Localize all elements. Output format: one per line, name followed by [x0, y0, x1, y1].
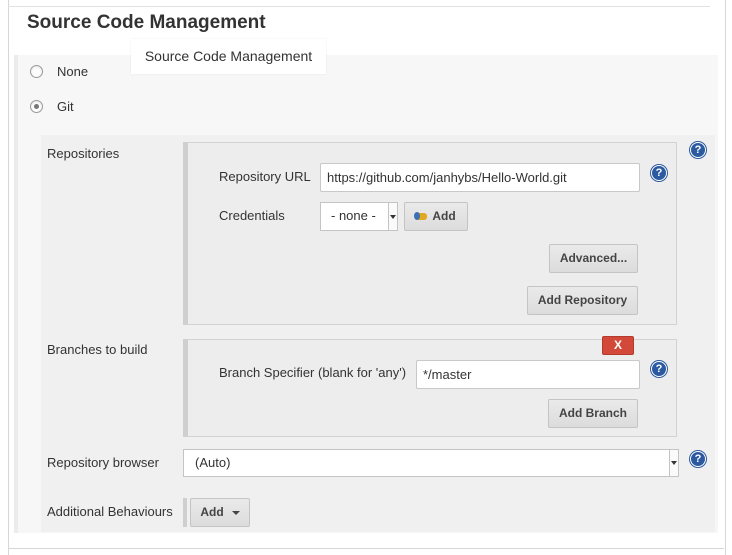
repository-browser-help-icon[interactable]: ? [690, 451, 706, 467]
radio-row-none[interactable]: None [30, 64, 88, 79]
delete-branch-button[interactable]: X [602, 336, 634, 355]
branch-specifier-input[interactable]: */master [416, 360, 640, 389]
top-divider [8, 6, 710, 7]
credentials-selected: - none - [331, 208, 376, 223]
radio-git-label: Git [57, 99, 74, 114]
credentials-dropdown-arrow-icon [388, 203, 397, 230]
bottom-divider [8, 548, 724, 549]
add-behaviour-label: Add [200, 505, 224, 519]
radio-none[interactable] [30, 65, 43, 78]
repository-browser-dropdown-arrow-icon [669, 450, 678, 476]
repository-url-help-icon[interactable]: ? [651, 165, 667, 181]
repository-browser-select[interactable]: (Auto) [183, 449, 679, 477]
credentials-select[interactable]: - none - [320, 202, 398, 231]
radio-none-label: None [57, 64, 89, 79]
repositories-label: Repositories [47, 146, 120, 161]
radio-git[interactable] [30, 100, 43, 113]
additional-behaviours-label: Additional Behaviours [47, 504, 173, 519]
caret-down-icon [231, 510, 240, 515]
add-credentials-button[interactable]: Add [404, 202, 468, 231]
repository-browser-label: Repository browser [47, 455, 159, 470]
repositories-help-icon[interactable]: ? [690, 142, 706, 158]
add-repository-button[interactable]: Add Repository [527, 286, 638, 315]
branch-specifier-label: Branch Specifier (blank for 'any') [219, 365, 407, 380]
credentials-label: Credentials [219, 208, 285, 223]
section-title: Source Code Management [27, 12, 266, 33]
branch-specifier-help-icon[interactable]: ? [651, 361, 667, 377]
add-behaviour-button[interactable]: Add [190, 498, 250, 527]
repository-url-label: Repository URL [219, 169, 311, 184]
add-credentials-label: Add [432, 209, 456, 223]
repository-url-input[interactable]: https://github.com/janhybs/Hello-World.g… [320, 163, 640, 192]
repository-browser-selected: (Auto) [195, 455, 231, 470]
add-branch-button[interactable]: Add Branch [548, 399, 638, 428]
radio-row-git[interactable]: Git [30, 99, 74, 114]
key-icon [414, 212, 428, 221]
advanced-button[interactable]: Advanced... [549, 244, 638, 273]
branches-label: Branches to build [47, 342, 148, 357]
behaviours-bar [183, 498, 187, 527]
tooltip: Source Code Management [131, 39, 326, 74]
